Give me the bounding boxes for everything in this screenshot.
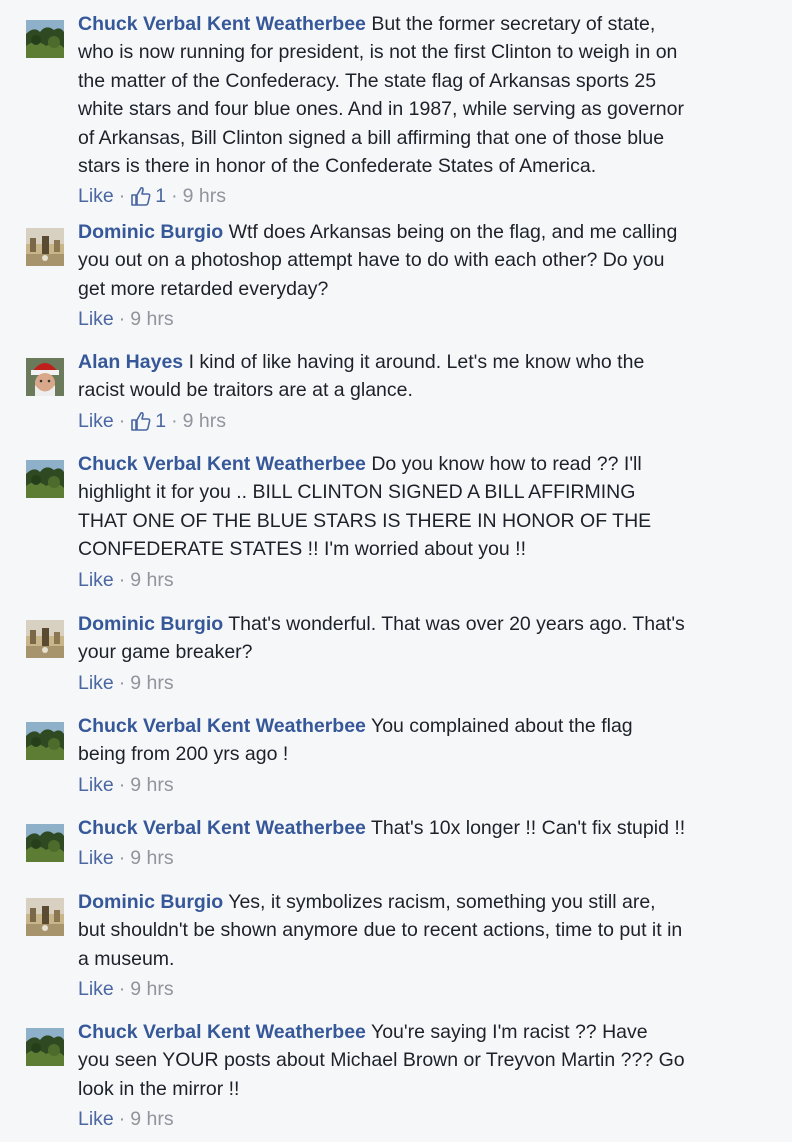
comment-body: Chuck Verbal Kent Weatherbee Do you know… <box>78 450 778 592</box>
landscape-avatar-icon[interactable] <box>26 722 64 760</box>
separator-dot: · <box>118 978 126 1001</box>
comment-author[interactable]: Alan Hayes <box>78 351 183 373</box>
separator-dot: · <box>118 1108 126 1131</box>
comment-author[interactable]: Chuck Verbal Kent Weatherbee <box>78 715 366 737</box>
comment-author[interactable]: Dominic Burgio <box>78 613 223 635</box>
comment-timestamp[interactable]: 9 hrs <box>130 1107 173 1131</box>
separator-dot: · <box>118 308 126 331</box>
landscape-avatar-icon[interactable] <box>26 20 64 58</box>
comment-text-block: Chuck Verbal Kent Weatherbee That's 10x … <box>78 814 778 842</box>
comment-text-block: Alan Hayes I kind of like having it arou… <box>78 348 778 405</box>
comment-author[interactable]: Chuck Verbal Kent Weatherbee <box>78 1021 366 1043</box>
santa-hat-avatar-icon[interactable] <box>26 358 64 396</box>
event-photo-avatar-icon[interactable] <box>26 898 64 936</box>
comment-actions: Like · 9 hrs <box>78 846 778 870</box>
comment-body: Dominic Burgio That's wonderful. That wa… <box>78 610 778 695</box>
comment-text-block: Chuck Verbal Kent Weatherbee You complai… <box>78 712 778 769</box>
comment-actions: Like · 1 · 9 hrs <box>78 184 778 208</box>
separator-dot: · <box>171 409 178 432</box>
like-count[interactable]: 1 <box>155 184 166 208</box>
comment-body: Alan Hayes I kind of like having it arou… <box>78 348 778 433</box>
separator-dot: · <box>118 409 126 432</box>
like-button[interactable]: Like <box>78 184 114 208</box>
comment-author[interactable]: Chuck Verbal Kent Weatherbee <box>78 13 366 35</box>
comment-body: Chuck Verbal Kent Weatherbee That's 10x … <box>78 814 778 870</box>
comment-actions: Like · 9 hrs <box>78 1107 778 1131</box>
comment-author[interactable]: Dominic Burgio <box>78 891 223 913</box>
event-photo-avatar-icon[interactable] <box>26 620 64 658</box>
landscape-avatar-icon[interactable] <box>26 460 64 498</box>
comment-body: Chuck Verbal Kent Weatherbee You're sayi… <box>78 1018 778 1131</box>
comment-timestamp[interactable]: 9 hrs <box>130 773 173 797</box>
comment-text-block: Dominic Burgio That's wonderful. That wa… <box>78 610 778 667</box>
comment-timestamp[interactable]: 9 hrs <box>130 671 173 695</box>
comment-timestamp[interactable]: 9 hrs <box>183 184 226 208</box>
comment-timestamp[interactable]: 9 hrs <box>183 409 226 433</box>
like-button[interactable]: Like <box>78 409 114 433</box>
thumbs-up-icon[interactable] <box>130 185 152 207</box>
like-button[interactable]: Like <box>78 1107 114 1131</box>
comment-text: But the former secretary of state, who i… <box>78 13 684 178</box>
landscape-avatar-icon[interactable] <box>26 1028 64 1066</box>
comment-body: Chuck Verbal Kent Weatherbee You complai… <box>78 712 778 797</box>
like-button[interactable]: Like <box>78 773 114 797</box>
comment-actions: Like · 9 hrs <box>78 977 778 1001</box>
event-photo-avatar-icon[interactable] <box>26 228 64 266</box>
like-button[interactable]: Like <box>78 568 114 592</box>
like-count[interactable]: 1 <box>155 409 166 433</box>
comment-body: Chuck Verbal Kent Weatherbee But the for… <box>78 10 778 208</box>
comment-timestamp[interactable]: 9 hrs <box>130 568 173 592</box>
like-button[interactable]: Like <box>78 671 114 695</box>
comment-actions: Like · 9 hrs <box>78 671 778 695</box>
comment-text-block: Chuck Verbal Kent Weatherbee Do you know… <box>78 450 778 564</box>
separator-dot: · <box>171 185 178 208</box>
comment-text-block: Chuck Verbal Kent Weatherbee You're sayi… <box>78 1018 778 1103</box>
comment-body: Dominic Burgio Yes, it symbolizes racism… <box>78 888 778 1001</box>
separator-dot: · <box>118 185 126 208</box>
separator-dot: · <box>118 847 126 870</box>
comment-text-block: Dominic Burgio Yes, it symbolizes racism… <box>78 888 778 973</box>
comment-text-block: Dominic Burgio Wtf does Arkansas being o… <box>78 218 778 303</box>
like-button[interactable]: Like <box>78 307 114 331</box>
separator-dot: · <box>118 773 126 796</box>
comment-author[interactable]: Dominic Burgio <box>78 221 223 243</box>
comment-actions: Like · 9 hrs <box>78 773 778 797</box>
comment-body: Dominic Burgio Wtf does Arkansas being o… <box>78 218 778 331</box>
comment-author[interactable]: Chuck Verbal Kent Weatherbee <box>78 817 366 839</box>
like-button[interactable]: Like <box>78 977 114 1001</box>
comment-actions: Like · 9 hrs <box>78 307 778 331</box>
comment-text: That's 10x longer !! Can't fix stupid !! <box>370 817 686 839</box>
thumbs-up-icon[interactable] <box>130 410 152 432</box>
comment-timestamp[interactable]: 9 hrs <box>130 846 173 870</box>
separator-dot: · <box>118 671 126 694</box>
comment-text-block: Chuck Verbal Kent Weatherbee But the for… <box>78 10 778 180</box>
comment-actions: Like · 1 · 9 hrs <box>78 409 778 433</box>
comment-timestamp[interactable]: 9 hrs <box>130 977 173 1001</box>
separator-dot: · <box>118 568 126 591</box>
landscape-avatar-icon[interactable] <box>26 824 64 862</box>
comment-timestamp[interactable]: 9 hrs <box>130 307 173 331</box>
comment-author[interactable]: Chuck Verbal Kent Weatherbee <box>78 453 366 475</box>
comment-actions: Like · 9 hrs <box>78 568 778 592</box>
comment-thread: Chuck Verbal Kent Weatherbee But the for… <box>0 0 792 1142</box>
like-button[interactable]: Like <box>78 846 114 870</box>
